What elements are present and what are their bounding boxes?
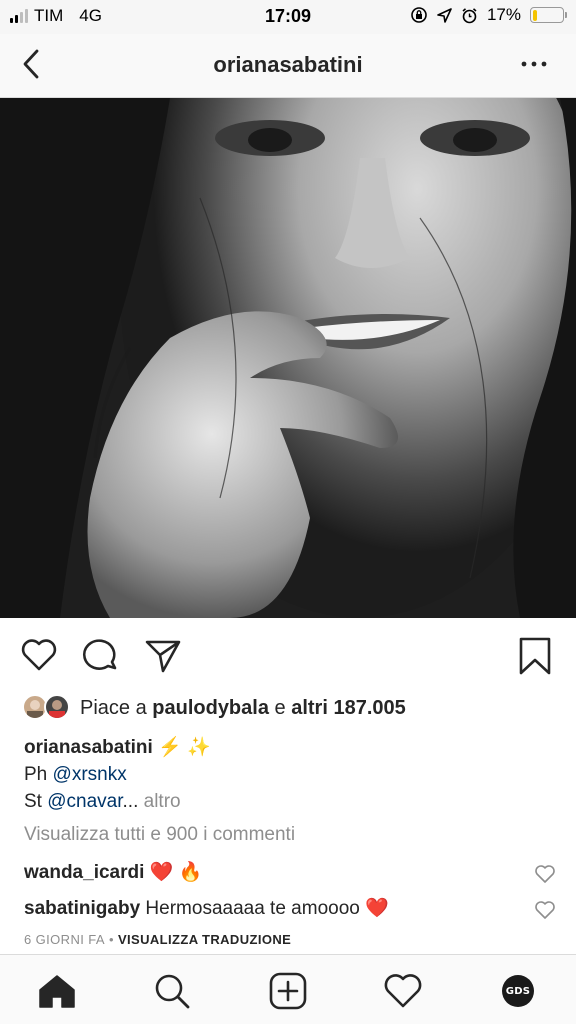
caption-line-3: St @cnavar... altro xyxy=(24,788,554,815)
header: orianasabatini xyxy=(0,34,576,98)
activity-heart-icon xyxy=(384,974,422,1008)
post-timestamp: 6 GIORNI FA xyxy=(24,932,105,947)
mention-link[interactable]: @cnavar xyxy=(47,791,122,812)
nav-new-post[interactable] xyxy=(268,971,308,1011)
battery-percent: 17% xyxy=(486,5,521,24)
share-button[interactable] xyxy=(144,638,182,679)
paper-plane-icon xyxy=(145,640,181,673)
heart-icon xyxy=(535,865,555,883)
comment-username[interactable]: wanda_icardi xyxy=(24,862,144,883)
status-icons: 17% xyxy=(410,5,567,25)
caption-username[interactable]: orianasabatini xyxy=(24,737,153,758)
more-options-button[interactable] xyxy=(520,50,548,78)
avatar xyxy=(44,694,70,720)
home-icon xyxy=(39,975,75,1008)
status-bar: TIM 4G 17:09 17% xyxy=(0,0,576,34)
likes-prefix: Piace a xyxy=(80,696,153,719)
comment-username[interactable]: sabatinigaby xyxy=(24,898,140,919)
bookmark-icon xyxy=(519,637,551,675)
liker-avatars xyxy=(22,694,74,722)
post-photo[interactable] xyxy=(0,98,576,618)
location-icon xyxy=(437,7,452,23)
comment-text: Hermosaaaaa te amoooo ❤️ xyxy=(140,898,389,919)
caption-ph-prefix: Ph xyxy=(24,764,53,785)
profile-avatar: GDS xyxy=(502,975,534,1007)
search-icon xyxy=(155,974,190,1009)
comment-like-button[interactable] xyxy=(534,864,556,884)
mention-link[interactable]: @xrsnkx xyxy=(53,764,127,785)
alarm-icon xyxy=(462,7,477,23)
battery-icon xyxy=(530,7,567,23)
caption-line-1: orianasabatini ⚡️ ✨ xyxy=(24,734,554,761)
caption-line-2: Ph @xrsnkx xyxy=(24,761,554,788)
meta-separator: • xyxy=(108,932,114,947)
heart-icon xyxy=(21,639,57,671)
page-title: orianasabatini xyxy=(213,52,363,77)
comment-item: wanda_icardi ❤️ 🔥 xyxy=(24,860,524,884)
add-post-icon xyxy=(269,972,307,1010)
caption-more-link[interactable]: altro xyxy=(138,791,181,812)
post-actions xyxy=(0,630,576,682)
translate-link[interactable]: VISUALIZZA TRADUZIONE xyxy=(118,932,291,947)
orientation-lock-icon xyxy=(411,7,427,23)
likes-joiner: e xyxy=(268,696,292,719)
comment-button[interactable] xyxy=(82,638,120,679)
nav-activity[interactable] xyxy=(383,971,423,1011)
likes-others[interactable]: altri 187.005 xyxy=(291,697,406,719)
liker-username[interactable]: paulodybala xyxy=(152,697,269,719)
ellipsis-icon xyxy=(521,61,547,67)
nav-profile[interactable]: GDS xyxy=(498,971,538,1011)
caption-ellipsis: ... xyxy=(122,791,139,812)
caption-st-prefix: St xyxy=(24,791,48,812)
post-image xyxy=(0,98,576,618)
save-button[interactable] xyxy=(518,636,552,681)
post-meta: 6 GIORNI FA • VISUALIZZA TRADUZIONE xyxy=(24,932,291,947)
post-caption: orianasabatini ⚡️ ✨ Ph @xrsnkx St @cnava… xyxy=(24,734,554,815)
likes-count: Piace a paulodybala e altri 187.005 xyxy=(80,697,406,720)
nav-home[interactable] xyxy=(37,971,77,1011)
nav-search[interactable] xyxy=(152,971,192,1011)
likes-row[interactable]: Piace a paulodybala e altri 187.005 xyxy=(22,692,406,724)
caption-emoji: ⚡️ ✨ xyxy=(152,737,211,758)
comment-like-button[interactable] xyxy=(534,900,556,920)
comment-text: ❤️ 🔥 xyxy=(144,862,203,883)
bottom-nav: GDS xyxy=(0,954,576,1024)
like-button[interactable] xyxy=(20,638,58,677)
comment-item: sabatinigaby Hermosaaaaa te amoooo ❤️ xyxy=(24,896,524,920)
heart-icon xyxy=(535,901,555,919)
comment-bubble-icon xyxy=(83,639,117,670)
view-all-comments-link[interactable]: Visualizza tutti e 900 i commenti xyxy=(24,824,295,846)
